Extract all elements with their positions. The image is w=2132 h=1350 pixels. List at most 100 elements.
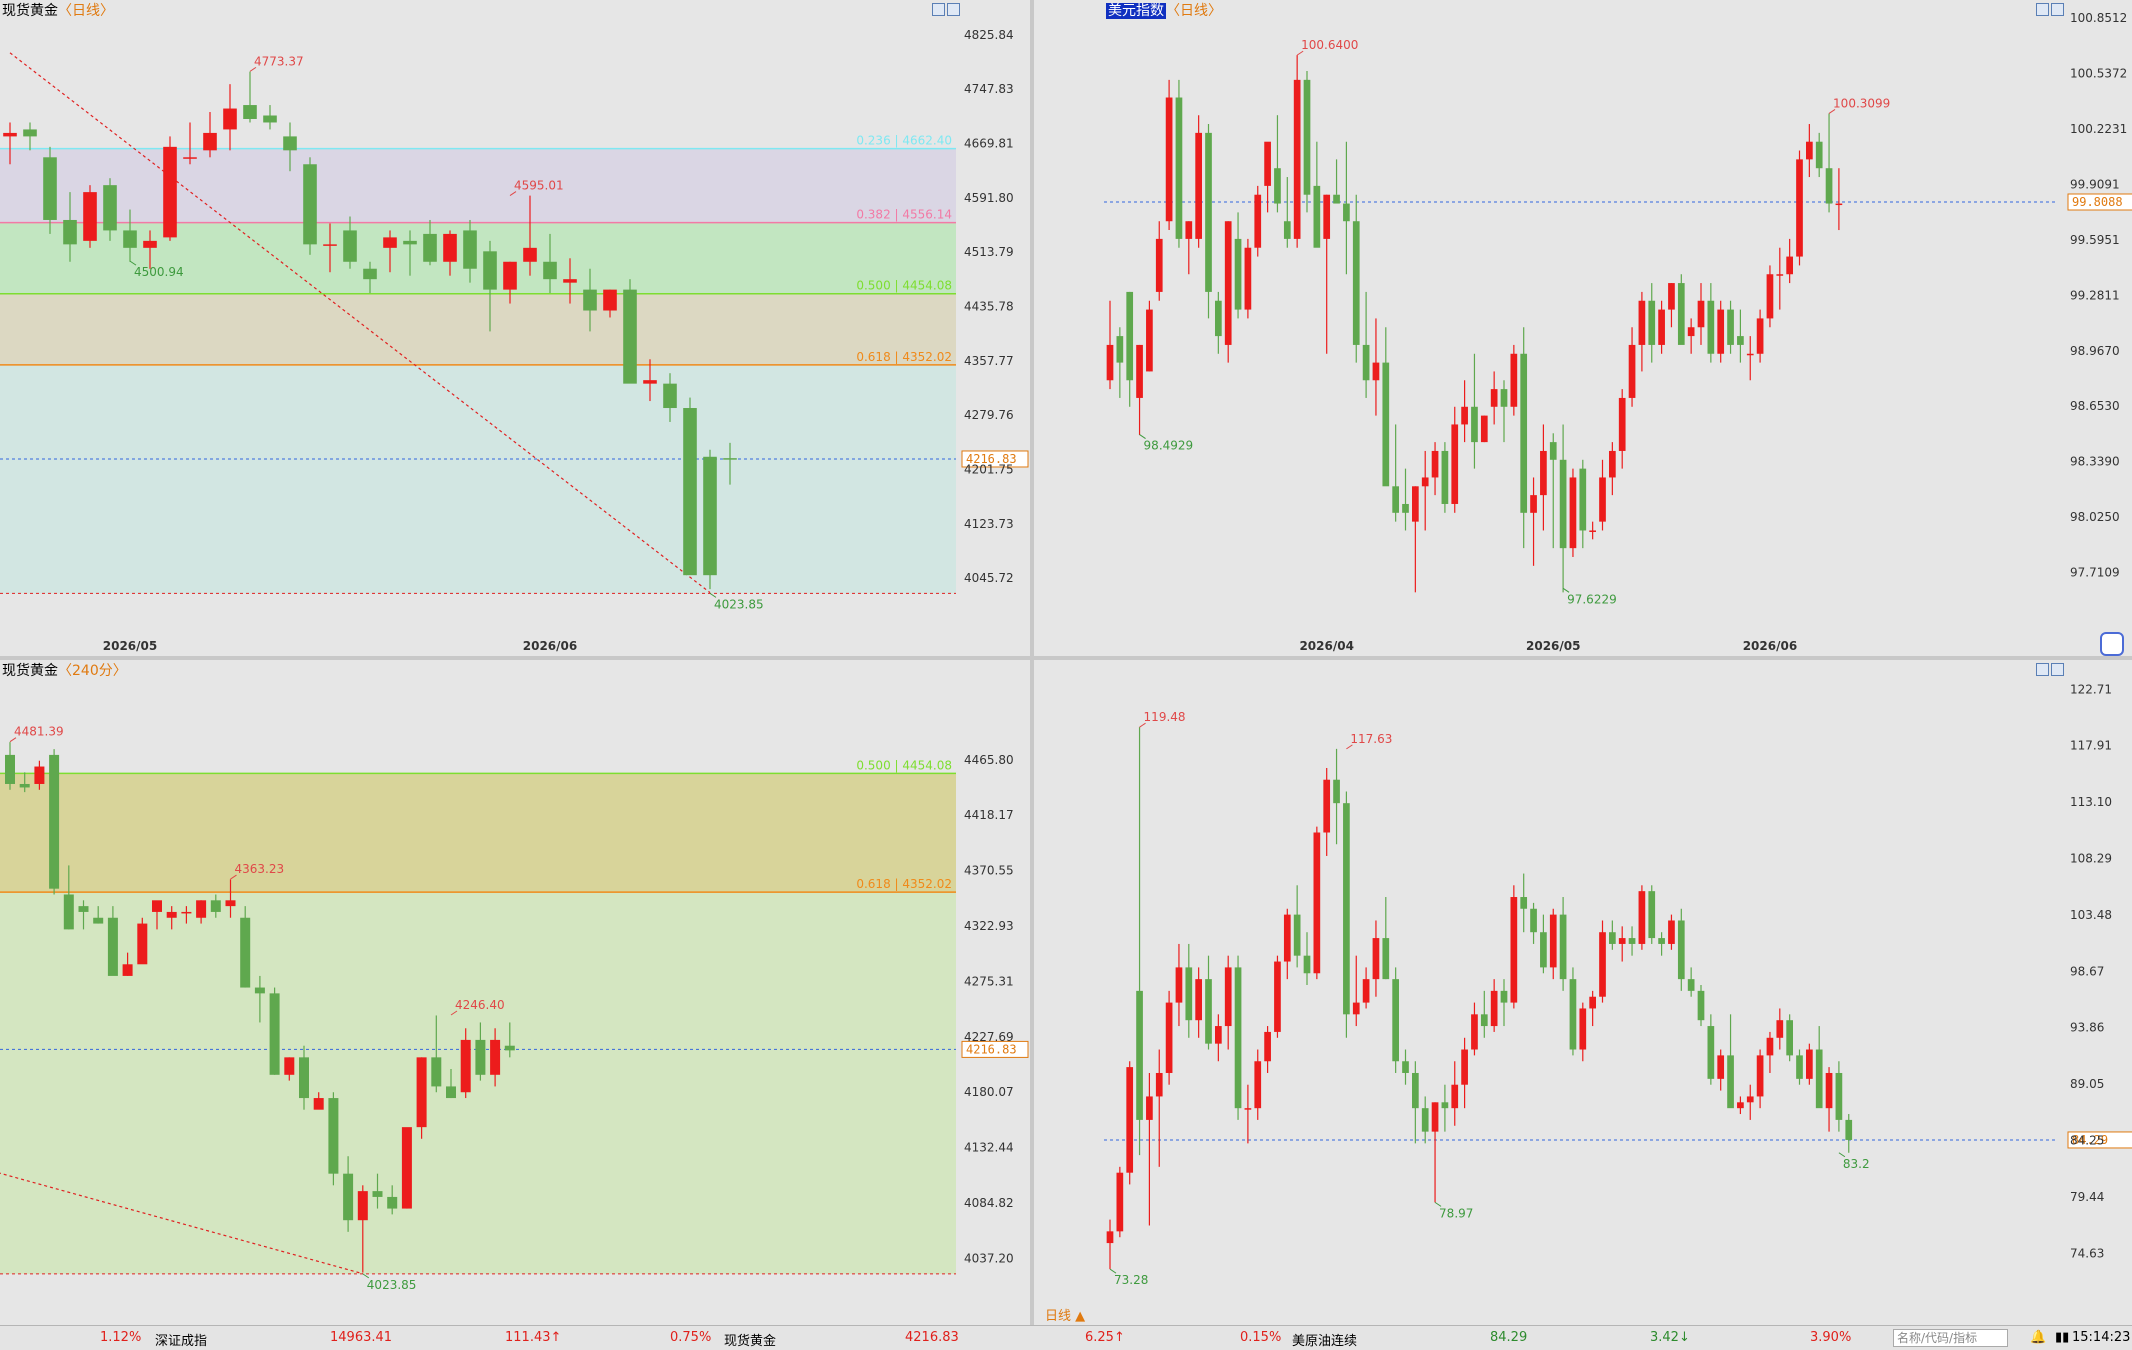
y-tick-label: 89.05 [2070, 1077, 2104, 1091]
candle-body [1618, 938, 1626, 944]
candle-body [1727, 1055, 1734, 1109]
candle-body [1155, 1072, 1163, 1097]
candle-body [203, 132, 217, 151]
expand-icon[interactable] [932, 3, 945, 16]
candle-body [1303, 955, 1311, 974]
candle-body [1746, 1096, 1754, 1103]
gold-daily-chart[interactable]: 0.236 | 4662.40 0.382 | 4556.14 0.500 | 44… [0, 0, 1030, 660]
candle-body [1323, 194, 1331, 239]
candle-body [1313, 185, 1321, 248]
price-annotation: 4023.85 [367, 1278, 417, 1292]
crude-oil-chart[interactable]: 84.29122.71117.91113.10108.29103.4898.67… [1034, 660, 2132, 1304]
candle-body [1402, 1061, 1409, 1073]
settings-icon[interactable] [2051, 3, 2064, 16]
candle-body [225, 900, 236, 907]
status-value: 14963.41 [330, 1330, 393, 1345]
candle-body [583, 289, 597, 311]
horizontal-divider[interactable] [0, 656, 2132, 660]
status-label[interactable]: 现货黄金 [724, 1330, 776, 1349]
candle-body [483, 251, 497, 290]
candle-body [1451, 424, 1459, 504]
candle-body [1224, 967, 1232, 1027]
candle-body [1668, 283, 1675, 310]
chart-panel-gold-240min[interactable]: 0.500 | 4454.08 0.618 | 4352.02 4216.83 446… [0, 660, 1030, 1304]
candle-body [240, 917, 251, 988]
candle-body [1106, 344, 1114, 381]
candle-body [1431, 1102, 1439, 1132]
candle-body [1530, 908, 1537, 933]
search-input[interactable]: 名称/代码/指标 [1893, 1329, 2008, 1347]
candle-body [1244, 1108, 1252, 1110]
candle-body [1264, 141, 1271, 186]
y-tick-label: 113.10 [2070, 795, 2112, 809]
status-value: 111.43↑ [505, 1330, 562, 1345]
candle-body [1343, 803, 1350, 1015]
candle-body [1254, 194, 1262, 248]
candle-body [223, 108, 237, 130]
fib-band [0, 293, 956, 365]
candle-body [363, 268, 377, 280]
chart-title: 现货黄金〈日线〉 [2, 3, 114, 19]
period-switch[interactable]: 日线 ▲ [1045, 1305, 1085, 1324]
candle-body [1392, 979, 1399, 1062]
gold-240min-chart[interactable]: 0.500 | 4454.08 0.618 | 4352.02 4216.83 446… [0, 660, 1030, 1304]
candle-body [1136, 990, 1143, 1120]
candle-body [1165, 97, 1173, 222]
current-price-label: 4216.83 [966, 1042, 1017, 1056]
candle-body [1589, 996, 1596, 1009]
candle-body [446, 1086, 456, 1099]
candle-body [49, 754, 60, 889]
candle-body [1126, 291, 1134, 381]
candle-body [1766, 274, 1774, 319]
candle-body [152, 900, 162, 912]
y-tick-label: 4591.80 [964, 191, 1014, 205]
candle-body [1707, 1026, 1715, 1079]
candle-body [1559, 459, 1567, 549]
candle-body [1116, 1172, 1124, 1232]
price-annotation: 117.63 [1350, 732, 1392, 746]
price-annotation: 4481.39 [14, 725, 64, 739]
chart-panel-gold-daily[interactable]: 0.236 | 4662.40 0.382 | 4556.14 0.500 | 44… [0, 0, 1030, 660]
panel-buttons[interactable] [2036, 3, 2064, 16]
candle-body [1264, 1031, 1271, 1062]
candle-body [1185, 967, 1193, 1021]
candle-body [1500, 990, 1508, 1003]
candle-body [1815, 1049, 1823, 1109]
candle-body [723, 458, 737, 460]
assistant-icon[interactable] [2100, 632, 2124, 656]
y-tick-label: 74.63 [2070, 1246, 2104, 1260]
candle-body [403, 240, 417, 245]
candle-body [1471, 406, 1478, 443]
candle-body [1195, 132, 1202, 239]
candle-body [1737, 1102, 1744, 1109]
status-label[interactable]: 美原油连续 [1292, 1330, 1357, 1349]
panel-buttons[interactable] [2036, 663, 2064, 676]
settings-icon[interactable] [2051, 663, 2064, 676]
candle-body [1155, 238, 1163, 292]
candle-body [1461, 406, 1468, 425]
signal-icon: ▮▮ [2055, 1330, 2070, 1345]
candle-body [1254, 1061, 1262, 1109]
candle-body [1490, 990, 1498, 1027]
candle-body [23, 129, 37, 137]
expand-icon[interactable] [2036, 3, 2049, 16]
status-label[interactable]: 深证成指 [155, 1330, 207, 1349]
bell-icon[interactable]: 🔔 [2030, 1330, 2046, 1345]
expand-icon[interactable] [2036, 663, 2049, 676]
y-tick-label: 4227.69 [964, 1030, 1014, 1044]
chart-panel-crude-oil[interactable]: 84.29 122.71 117.91 113.10 108.29 103.48 98.67… [1034, 660, 2132, 1304]
candle-body [1697, 300, 1705, 328]
candle-body [1766, 1037, 1774, 1056]
dollar-index-chart[interactable]: 99.8088 100.8512 100.5372 100.2231 99.9091 99… [1034, 0, 2132, 660]
candle-body [137, 923, 148, 965]
chart-panel-dollar-index[interactable]: 99.8088 100.8512 100.5372 100.2231 99.9091 99… [1034, 0, 2132, 660]
candle-body [423, 233, 437, 262]
settings-icon[interactable] [947, 3, 960, 16]
x-tick-label: 06/12 [403, 1302, 441, 1304]
panel-buttons[interactable] [932, 3, 960, 16]
candle-body [323, 244, 337, 246]
candle-body [123, 230, 137, 248]
candle-body [1116, 336, 1124, 363]
candle-body [1165, 1002, 1173, 1073]
vertical-divider[interactable] [1030, 0, 1034, 1325]
